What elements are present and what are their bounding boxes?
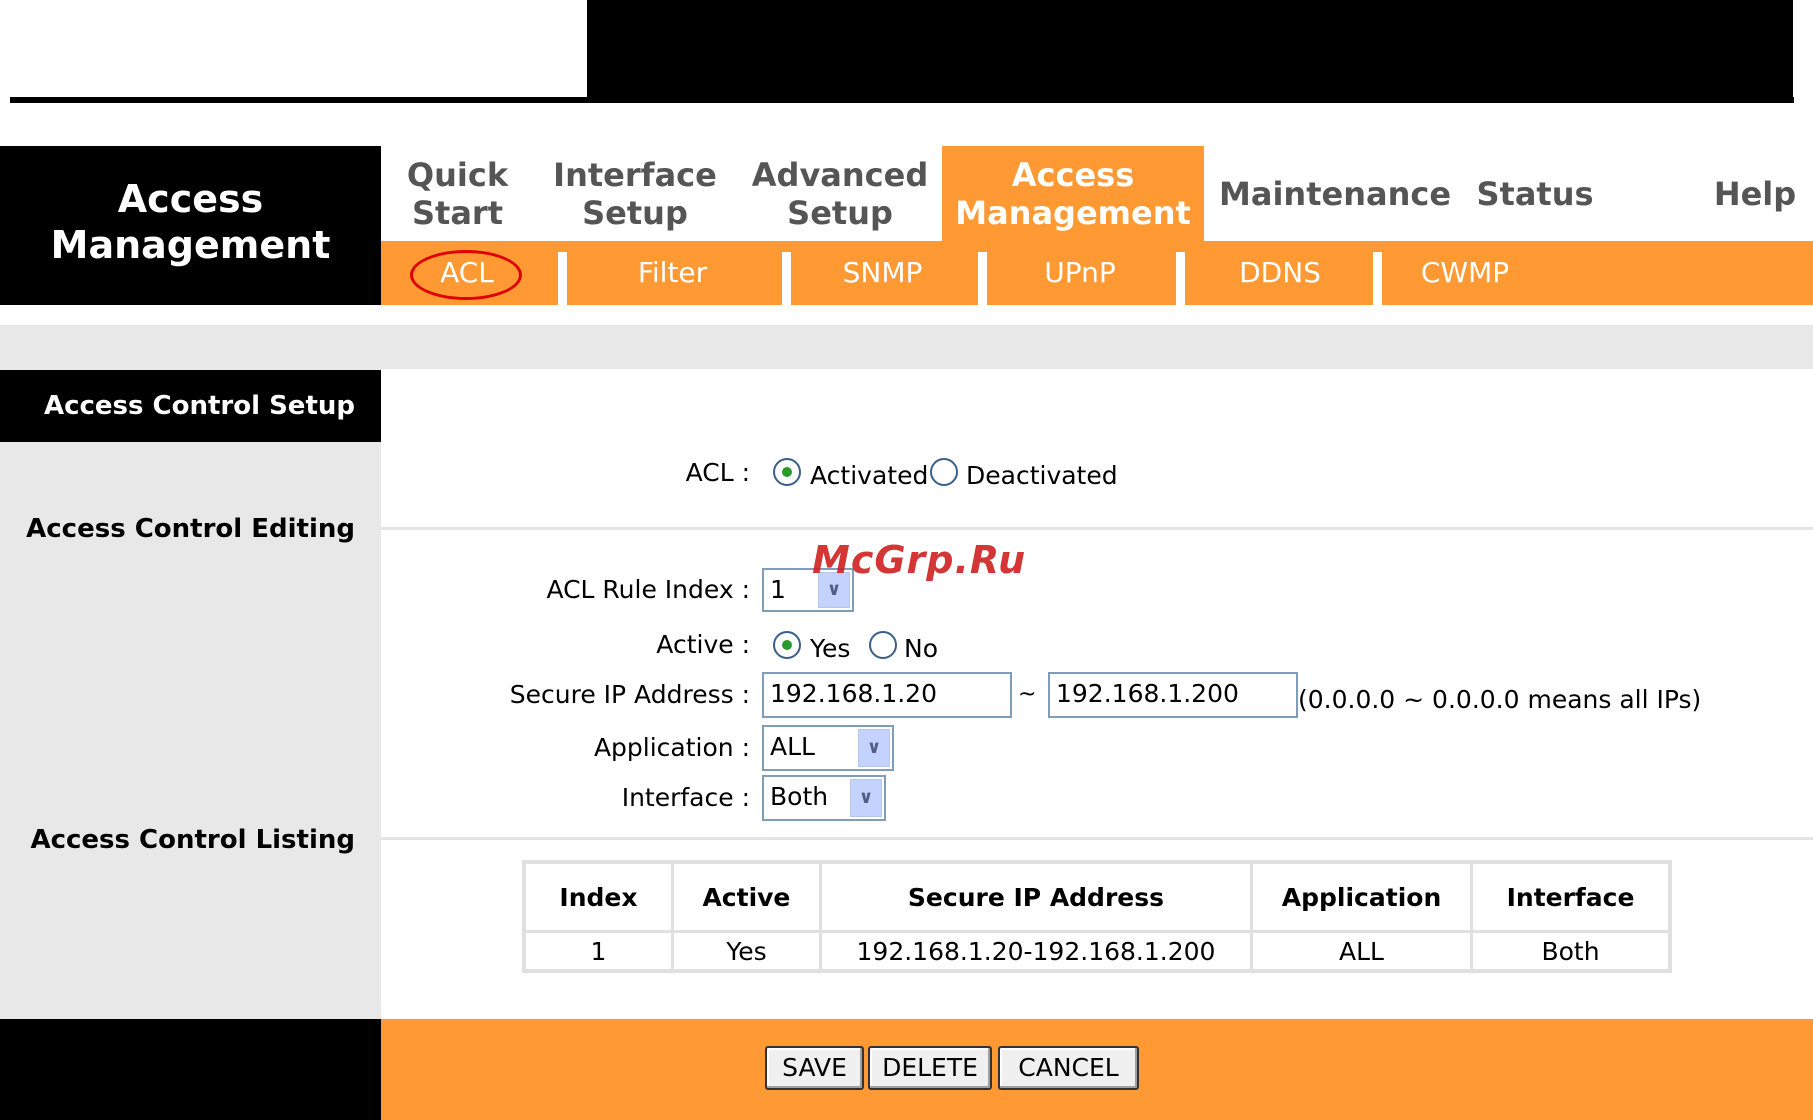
cell-index: 1 <box>522 930 674 973</box>
delete-button[interactable]: DELETE <box>868 1046 992 1090</box>
subnav-separator <box>978 252 987 306</box>
chevron-down-icon: ∨ <box>850 779 882 817</box>
section-divider <box>381 837 1813 840</box>
tab-interface-setup[interactable]: Interface Setup <box>553 146 717 241</box>
active-no-radio[interactable] <box>869 631 897 659</box>
tab-help[interactable]: Help <box>1705 146 1805 241</box>
top-banner <box>587 0 1793 100</box>
top-divider <box>10 97 1794 103</box>
ip-range-tilde: ~ <box>1018 682 1037 707</box>
tab-quick-start[interactable]: Quick Start <box>395 146 520 241</box>
section-title: Access Management <box>50 177 331 267</box>
subnav-separator <box>1373 252 1382 306</box>
subnav-separator <box>782 252 791 306</box>
rule-index-label: ACL Rule Index : <box>546 575 750 604</box>
subtab-ddns[interactable]: DDNS <box>1215 241 1345 305</box>
col-application: Application <box>1249 860 1474 933</box>
tab-advanced-setup[interactable]: Advanced Setup <box>752 146 928 241</box>
active-yes-radio[interactable] <box>773 631 801 659</box>
col-index: Index <box>522 860 674 933</box>
secure-ip-label: Secure IP Address : <box>509 680 750 709</box>
watermark-text: McGrp.Ru <box>812 538 1027 582</box>
cell-secure-ip: 192.168.1.20-192.168.1.200 <box>818 930 1253 973</box>
cell-application: ALL <box>1249 930 1474 973</box>
subtab-filter[interactable]: Filter <box>600 241 745 305</box>
ip-start-input[interactable]: 192.168.1.20 <box>762 672 1012 718</box>
col-secure-ip: Secure IP Address <box>818 860 1253 933</box>
col-active: Active <box>670 860 822 933</box>
acl-deactivated-radio[interactable] <box>930 458 958 486</box>
ip-range-hint: (0.0.0.0 ~ 0.0.0.0 means all IPs) <box>1298 685 1702 714</box>
cancel-button[interactable]: CANCEL <box>998 1046 1139 1090</box>
interface-label: Interface : <box>621 783 750 812</box>
acl-activated-radio[interactable] <box>773 458 801 486</box>
active-no-label: No <box>904 634 938 663</box>
subnav-separator <box>1176 252 1185 306</box>
application-label: Application : <box>593 733 750 762</box>
application-select[interactable]: ALL ∨ <box>762 725 894 771</box>
tab-access-management[interactable]: Access Management <box>942 146 1204 241</box>
section-access-control-editing: Access Control Editing <box>26 514 355 544</box>
section-access-control-listing: Access Control Listing <box>30 825 355 855</box>
left-label-column <box>0 369 381 1019</box>
active-label: Active : <box>656 630 750 659</box>
interface-select[interactable]: Both ∨ <box>762 775 886 821</box>
section-divider <box>381 527 1813 530</box>
acl-deactivated-label: Deactivated <box>966 461 1118 490</box>
tab-status[interactable]: Status <box>1470 146 1600 241</box>
col-interface: Interface <box>1470 860 1672 933</box>
spacer-bar <box>0 325 1813 369</box>
acl-activated-label: Activated <box>810 461 929 490</box>
acl-highlight-circle <box>410 250 522 300</box>
ip-end-input[interactable]: 192.168.1.200 <box>1048 672 1298 718</box>
table-row[interactable]: 1 Yes 192.168.1.20-192.168.1.200 ALL Bot… <box>522 930 1672 973</box>
acl-label: ACL : <box>685 458 750 487</box>
subtab-upnp[interactable]: UPnP <box>1015 241 1145 305</box>
subnav-separator <box>558 252 567 306</box>
table-header-row: Index Active Secure IP Address Applicati… <box>522 860 1672 933</box>
section-access-control-setup: Access Control Setup <box>0 370 381 442</box>
subtab-snmp[interactable]: SNMP <box>820 241 945 305</box>
cell-active: Yes <box>670 930 822 973</box>
acl-listing-table: Index Active Secure IP Address Applicati… <box>522 860 1672 973</box>
subtab-cwmp[interactable]: CWMP <box>1405 241 1525 305</box>
footer-left-panel <box>0 1019 381 1120</box>
save-button[interactable]: SAVE <box>765 1046 864 1090</box>
active-yes-label: Yes <box>810 634 851 663</box>
chevron-down-icon: ∨ <box>858 729 890 767</box>
tab-maintenance[interactable]: Maintenance <box>1219 146 1451 241</box>
cell-interface: Both <box>1470 930 1672 973</box>
